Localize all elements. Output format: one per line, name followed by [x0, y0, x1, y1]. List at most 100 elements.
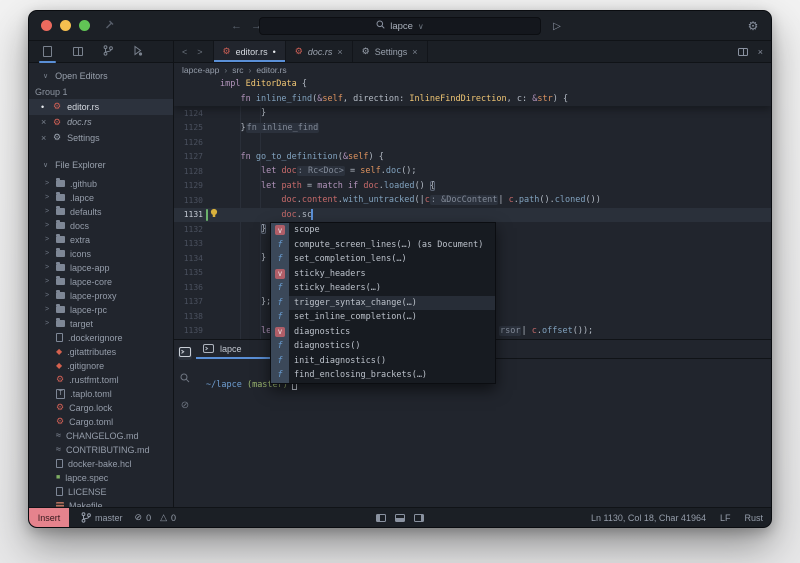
line-ending[interactable]: LF — [720, 513, 731, 523]
line-number: 1136 — [174, 283, 203, 292]
toggle-bottom-panel-icon[interactable] — [395, 514, 405, 522]
split-editor-icon[interactable] — [738, 48, 748, 56]
open-editor-item[interactable]: ×⚙Settings — [29, 130, 173, 146]
tree-folder-target[interactable]: >target — [29, 317, 173, 331]
cursor-position[interactable]: Ln 1130, Col 18, Char 41964 — [591, 513, 706, 523]
tree-file-docker-bake-hcl[interactable]: docker-bake.hcl — [29, 457, 173, 471]
source-control-icon[interactable] — [101, 45, 114, 59]
completion-kind-badge: f — [271, 354, 289, 369]
tree-folder-defaults[interactable]: >defaults — [29, 205, 173, 219]
completion-label: sticky_headers(…) — [289, 283, 381, 293]
command-palette-input[interactable]: lapce ∨ — [259, 17, 541, 35]
tree-file-LICENSE[interactable]: LICENSE — [29, 485, 173, 499]
completion-label: set_inline_completion(…) — [289, 312, 417, 322]
tree-file-Cargo-lock[interactable]: ⚙Cargo.lock — [29, 401, 173, 415]
tree-folder-lapce-rpc[interactable]: >lapce-rpc — [29, 303, 173, 317]
completion-item[interactable]: ffind_enclosing_brackets(…) — [271, 368, 495, 383]
search-icon[interactable] — [178, 373, 192, 386]
tree-folder-lapce-app[interactable]: >lapce-app — [29, 261, 173, 275]
code-line[interactable]: 1125 }fn inline_find — [174, 121, 771, 136]
completion-item[interactable]: fset_inline_completion(…) — [271, 310, 495, 325]
tree-file--rustfmt-toml[interactable]: ⚙.rustfmt.toml — [29, 373, 173, 387]
rust-file-icon: ⚙ — [295, 47, 303, 56]
tab-label: doc.rs — [308, 47, 333, 57]
toggle-right-panel-icon[interactable] — [414, 514, 424, 522]
problems-indicator[interactable]: ⊘0 △0 — [135, 512, 177, 523]
breadcrumb-segment[interactable]: src — [232, 65, 243, 75]
line-number: 1131 — [174, 210, 203, 219]
tree-folder-extra[interactable]: >extra — [29, 233, 173, 247]
close-file-icon[interactable]: × — [41, 117, 47, 127]
completion-item[interactable]: ftrigger_syntax_change(…) — [271, 296, 495, 311]
tree-file-CHANGELOG-md[interactable]: ≈CHANGELOG.md — [29, 429, 173, 443]
close-tab-icon[interactable]: × — [412, 47, 417, 57]
toggle-left-panel-icon[interactable] — [376, 514, 386, 522]
breadcrumb-segment[interactable]: editor.rs — [256, 65, 286, 75]
tree-file-Cargo-toml[interactable]: ⚙Cargo.toml — [29, 415, 173, 429]
completion-item[interactable]: fdiagnostics() — [271, 339, 495, 354]
completion-item[interactable]: vsticky_headers — [271, 267, 495, 282]
close-tab-icon[interactable]: × — [337, 47, 342, 57]
code-text: let path = match if doc.loaded() { — [220, 181, 771, 191]
sticky-line[interactable]: impl EditorData { — [174, 77, 771, 92]
git-branch-indicator[interactable]: master — [81, 512, 123, 523]
sticky-line[interactable]: fn inline_find(&self, direction: InlineF… — [174, 92, 771, 107]
code-text: doc.sc — [220, 209, 771, 220]
completion-item[interactable]: vdiagnostics — [271, 325, 495, 340]
open-editors-header[interactable]: ∨ Open Editors — [29, 67, 173, 84]
completion-item[interactable]: finit_diagnostics() — [271, 354, 495, 369]
chevron-down-icon: ∨ — [418, 22, 424, 31]
tree-folder-icons[interactable]: >icons — [29, 247, 173, 261]
file-explorer-header[interactable]: ∨ File Explorer — [29, 157, 173, 174]
run-button[interactable]: ▷ — [547, 17, 567, 35]
code-line[interactable]: 1128 let doc: Rc<Doc> = self.doc(); — [174, 164, 771, 179]
tree-folder--github[interactable]: >.github — [29, 177, 173, 191]
tree-file-lapce-spec[interactable]: ■lapce.spec — [29, 471, 173, 485]
completion-label: compute_screen_lines(…) (as Document) — [289, 240, 483, 250]
tab-scroll-right-icon[interactable]: > — [197, 47, 202, 57]
terminal-icon[interactable] — [178, 347, 192, 360]
plugin-icon[interactable] — [71, 45, 84, 59]
code-line[interactable]: 1126 — [174, 135, 771, 150]
tree-file-Makefile[interactable]: Makefile — [29, 499, 173, 508]
editor-tab-bar: < > ⚙editor.rs•⚙doc.rs×⚙Settings× × — [174, 41, 771, 62]
open-editor-item[interactable]: •⚙editor.rs — [29, 99, 173, 115]
tab-settings[interactable]: ⚙Settings× — [353, 41, 428, 62]
tab-editor-rs[interactable]: ⚙editor.rs• — [213, 41, 286, 62]
settings-gear-icon[interactable]: ⚙ — [743, 17, 763, 35]
file-explorer-icon[interactable] — [41, 45, 54, 59]
code-line[interactable]: 1124 } — [174, 106, 771, 121]
tree-folder-lapce-core[interactable]: >lapce-core — [29, 275, 173, 289]
nav-back-button[interactable]: ← — [231, 20, 242, 32]
code-line[interactable]: 1127 fn go_to_definition(&self) { — [174, 150, 771, 165]
tree-file--gitattributes[interactable]: ◆.gitattributes — [29, 345, 173, 359]
tree-folder-lapce-proxy[interactable]: >lapce-proxy — [29, 289, 173, 303]
open-editor-item[interactable]: ×⚙doc.rs — [29, 115, 173, 131]
tree-folder-docs[interactable]: >docs — [29, 219, 173, 233]
tab-doc-rs[interactable]: ⚙ doc.rs × — [286, 41, 353, 62]
code-line[interactable]: 1130 doc.content.with_untracked(|c: &Doc… — [174, 193, 771, 208]
completion-item[interactable]: fset_completion_lens(…) — [271, 252, 495, 267]
file-label: .taplo.toml — [70, 389, 112, 399]
tree-file--taplo-toml[interactable]: T.taplo.toml — [29, 387, 173, 401]
error-list-icon[interactable]: ⊘ — [178, 399, 192, 412]
close-editor-icon[interactable]: × — [758, 47, 763, 57]
code-line[interactable]: 1131 doc.sc — [174, 208, 771, 223]
completion-item[interactable]: vscope — [271, 223, 495, 238]
debug-icon[interactable] — [131, 45, 144, 59]
close-window-button[interactable] — [41, 20, 52, 31]
tree-file--gitignore[interactable]: ◆.gitignore — [29, 359, 173, 373]
minimize-window-button[interactable] — [60, 20, 71, 31]
zoom-window-button[interactable] — [79, 20, 90, 31]
code-line[interactable]: 1129 let path = match if doc.loaded() { — [174, 179, 771, 194]
tree-folder--lapce[interactable]: >.lapce — [29, 191, 173, 205]
completion-item[interactable]: fcompute_screen_lines(…) (as Document) — [271, 238, 495, 253]
tree-file-CONTRIBUTING-md[interactable]: ≈CONTRIBUTING.md — [29, 443, 173, 457]
tab-scroll-left-icon[interactable]: < — [182, 47, 187, 57]
tree-file--dockerignore[interactable]: .dockerignore — [29, 331, 173, 345]
close-file-icon[interactable]: × — [41, 133, 47, 143]
completion-item[interactable]: fsticky_headers(…) — [271, 281, 495, 296]
language-mode[interactable]: Rust — [744, 513, 763, 523]
breadcrumb-segment[interactable]: lapce-app — [182, 65, 219, 75]
folder-label: extra — [70, 235, 90, 245]
